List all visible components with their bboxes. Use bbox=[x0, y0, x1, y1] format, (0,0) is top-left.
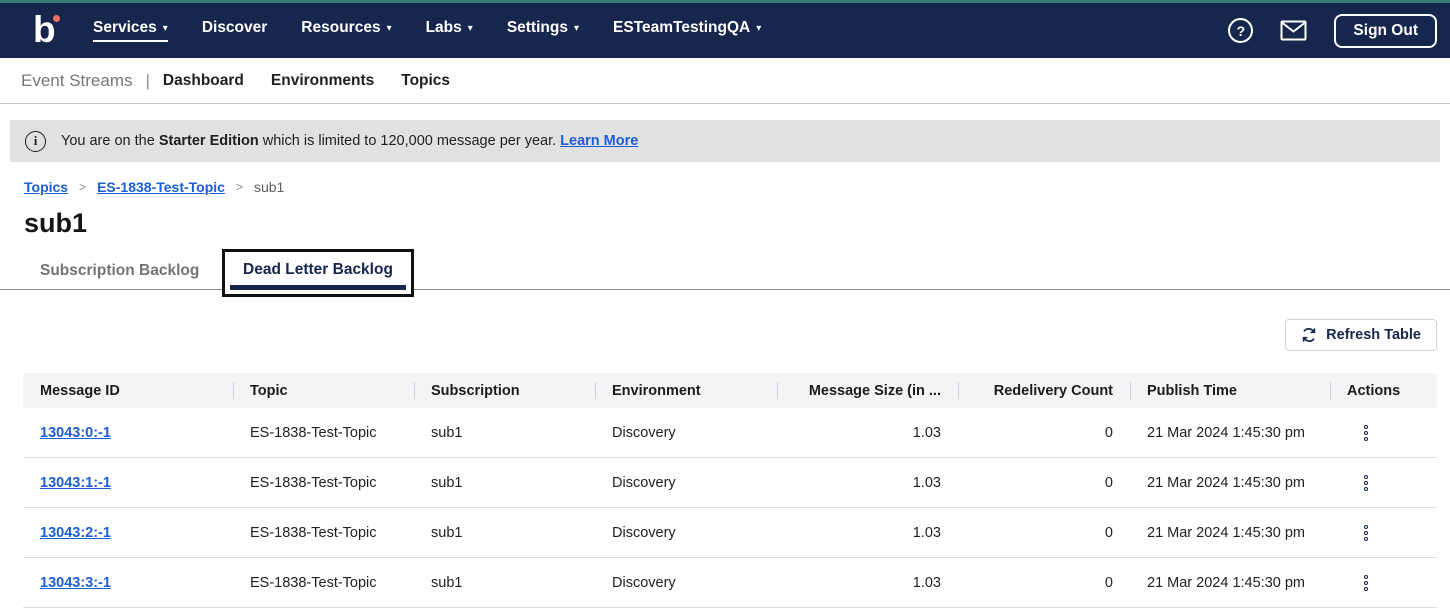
tab-dead-letter-backlog[interactable]: Dead Letter Backlog bbox=[222, 249, 414, 297]
help-icon[interactable]: ? bbox=[1228, 18, 1253, 43]
col-header-publish-time: Publish Time bbox=[1130, 373, 1330, 408]
breadcrumb-topic-link[interactable]: ES-1838-Test-Topic bbox=[97, 179, 225, 195]
col-header-redelivery-count: Redelivery Count bbox=[958, 373, 1130, 408]
refresh-icon bbox=[1301, 327, 1317, 343]
row-actions-menu-button[interactable] bbox=[1360, 471, 1372, 495]
message-size-cell: 1.03 bbox=[777, 575, 958, 591]
sign-out-button[interactable]: Sign Out bbox=[1334, 14, 1437, 48]
kebab-icon bbox=[1364, 575, 1368, 579]
redelivery-count-cell: 0 bbox=[958, 425, 1130, 441]
nav-item-services[interactable]: Services▾ bbox=[93, 19, 168, 42]
publish-time-cell: 21 Mar 2024 1:45:30 pm bbox=[1130, 575, 1330, 591]
message-id-link[interactable]: 13043:2:-1 bbox=[40, 525, 111, 541]
topic-cell: ES-1838-Test-Topic bbox=[233, 575, 414, 591]
subscription-cell: sub1 bbox=[414, 425, 595, 441]
tab-strip: Subscription Backlog Dead Letter Backlog bbox=[0, 249, 1450, 299]
breadcrumb-separator-icon: > bbox=[236, 180, 243, 194]
message-size-cell: 1.03 bbox=[777, 475, 958, 491]
kebab-icon bbox=[1364, 475, 1368, 479]
subnav-item-topics[interactable]: Topics bbox=[401, 72, 450, 90]
page-title: sub1 bbox=[24, 207, 1450, 239]
col-header-message-size: Message Size (in ... bbox=[777, 373, 958, 408]
active-tab-indicator bbox=[230, 285, 406, 290]
publish-time-cell: 21 Mar 2024 1:45:30 pm bbox=[1130, 475, 1330, 491]
subscription-cell: sub1 bbox=[414, 525, 595, 541]
environment-cell: Discovery bbox=[595, 575, 777, 591]
row-actions-menu-button[interactable] bbox=[1360, 421, 1372, 445]
publish-time-cell: 21 Mar 2024 1:45:30 pm bbox=[1130, 425, 1330, 441]
nav-item-resources[interactable]: Resources▾ bbox=[301, 19, 391, 42]
nav-item-discover[interactable]: Discover bbox=[202, 19, 267, 42]
subnav-items: Dashboard Environments Topics bbox=[163, 72, 450, 90]
subnav-item-dashboard[interactable]: Dashboard bbox=[163, 72, 244, 90]
mail-icon[interactable] bbox=[1280, 20, 1307, 41]
col-header-message-id: Message ID bbox=[23, 373, 233, 408]
kebab-icon bbox=[1364, 525, 1368, 529]
table-row: 13043:2:-1 ES-1838-Test-Topic sub1 Disco… bbox=[23, 508, 1437, 558]
redelivery-count-cell: 0 bbox=[958, 575, 1130, 591]
nav-item-labs[interactable]: Labs▾ bbox=[426, 19, 473, 42]
topic-cell: ES-1838-Test-Topic bbox=[233, 425, 414, 441]
chevron-down-icon: ▾ bbox=[163, 23, 168, 34]
subscription-cell: sub1 bbox=[414, 475, 595, 491]
dead-letter-backlog-table: Message ID Topic Subscription Environmen… bbox=[23, 373, 1437, 608]
info-icon: i bbox=[25, 131, 46, 152]
row-actions-menu-button[interactable] bbox=[1360, 521, 1372, 545]
environment-cell: Discovery bbox=[595, 525, 777, 541]
chevron-down-icon: ▾ bbox=[468, 23, 473, 34]
brand-logo-dot-icon bbox=[53, 15, 60, 22]
table-header-row: Message ID Topic Subscription Environmen… bbox=[23, 373, 1437, 408]
edition-info-text: You are on the Starter Edition which is … bbox=[61, 133, 638, 149]
message-id-link[interactable]: 13043:0:-1 bbox=[40, 425, 111, 441]
breadcrumb-topics-link[interactable]: Topics bbox=[24, 179, 68, 195]
col-header-subscription: Subscription bbox=[414, 373, 595, 408]
tab-divider-line bbox=[0, 289, 1450, 290]
table-toolbar: Refresh Table bbox=[0, 319, 1437, 351]
publish-time-cell: 21 Mar 2024 1:45:30 pm bbox=[1130, 525, 1330, 541]
breadcrumb: Topics > ES-1838-Test-Topic > sub1 bbox=[24, 179, 1450, 195]
col-header-topic: Topic bbox=[233, 373, 414, 408]
message-size-cell: 1.03 bbox=[777, 525, 958, 541]
col-header-environment: Environment bbox=[595, 373, 777, 408]
learn-more-link[interactable]: Learn More bbox=[560, 133, 638, 149]
message-id-link[interactable]: 13043:1:-1 bbox=[40, 475, 111, 491]
table-row: 13043:3:-1 ES-1838-Test-Topic sub1 Disco… bbox=[23, 558, 1437, 608]
table-row: 13043:0:-1 ES-1838-Test-Topic sub1 Disco… bbox=[23, 408, 1437, 458]
redelivery-count-cell: 0 bbox=[958, 475, 1130, 491]
edition-info-banner: i You are on the Starter Edition which i… bbox=[10, 120, 1440, 162]
topic-cell: ES-1838-Test-Topic bbox=[233, 525, 414, 541]
breadcrumb-current: sub1 bbox=[254, 179, 284, 195]
chevron-down-icon: ▾ bbox=[387, 23, 392, 34]
subnav-item-environments[interactable]: Environments bbox=[271, 72, 374, 90]
redelivery-count-cell: 0 bbox=[958, 525, 1130, 541]
secondary-navbar: Event Streams | Dashboard Environments T… bbox=[0, 58, 1450, 104]
refresh-table-button[interactable]: Refresh Table bbox=[1285, 319, 1437, 351]
breadcrumb-separator-icon: > bbox=[79, 180, 86, 194]
nav-item-settings[interactable]: Settings▾ bbox=[507, 19, 579, 42]
environment-cell: Discovery bbox=[595, 475, 777, 491]
kebab-icon bbox=[1364, 425, 1368, 429]
environment-cell: Discovery bbox=[595, 425, 777, 441]
subscription-cell: sub1 bbox=[414, 575, 595, 591]
message-id-link[interactable]: 13043:3:-1 bbox=[40, 575, 111, 591]
tab-subscription-backlog[interactable]: Subscription Backlog bbox=[40, 262, 199, 280]
chevron-down-icon: ▾ bbox=[756, 23, 761, 34]
product-name: Event Streams bbox=[21, 71, 133, 91]
brand-logo[interactable]: b bbox=[33, 11, 63, 51]
topbar-right-actions: ? Sign Out bbox=[1228, 14, 1437, 48]
chevron-down-icon: ▾ bbox=[574, 23, 579, 34]
top-navbar: b Services▾ Discover Resources▾ Labs▾ Se… bbox=[0, 3, 1450, 58]
top-nav-items: Services▾ Discover Resources▾ Labs▾ Sett… bbox=[93, 19, 761, 42]
message-size-cell: 1.03 bbox=[777, 425, 958, 441]
brand-logo-letter: b bbox=[33, 9, 56, 50]
subnav-separator: | bbox=[146, 71, 150, 91]
row-actions-menu-button[interactable] bbox=[1360, 571, 1372, 595]
col-header-actions: Actions bbox=[1330, 373, 1437, 408]
table-row: 13043:1:-1 ES-1838-Test-Topic sub1 Disco… bbox=[23, 458, 1437, 508]
nav-item-tenant-menu[interactable]: ESTeamTestingQA▾ bbox=[613, 19, 761, 42]
topic-cell: ES-1838-Test-Topic bbox=[233, 475, 414, 491]
